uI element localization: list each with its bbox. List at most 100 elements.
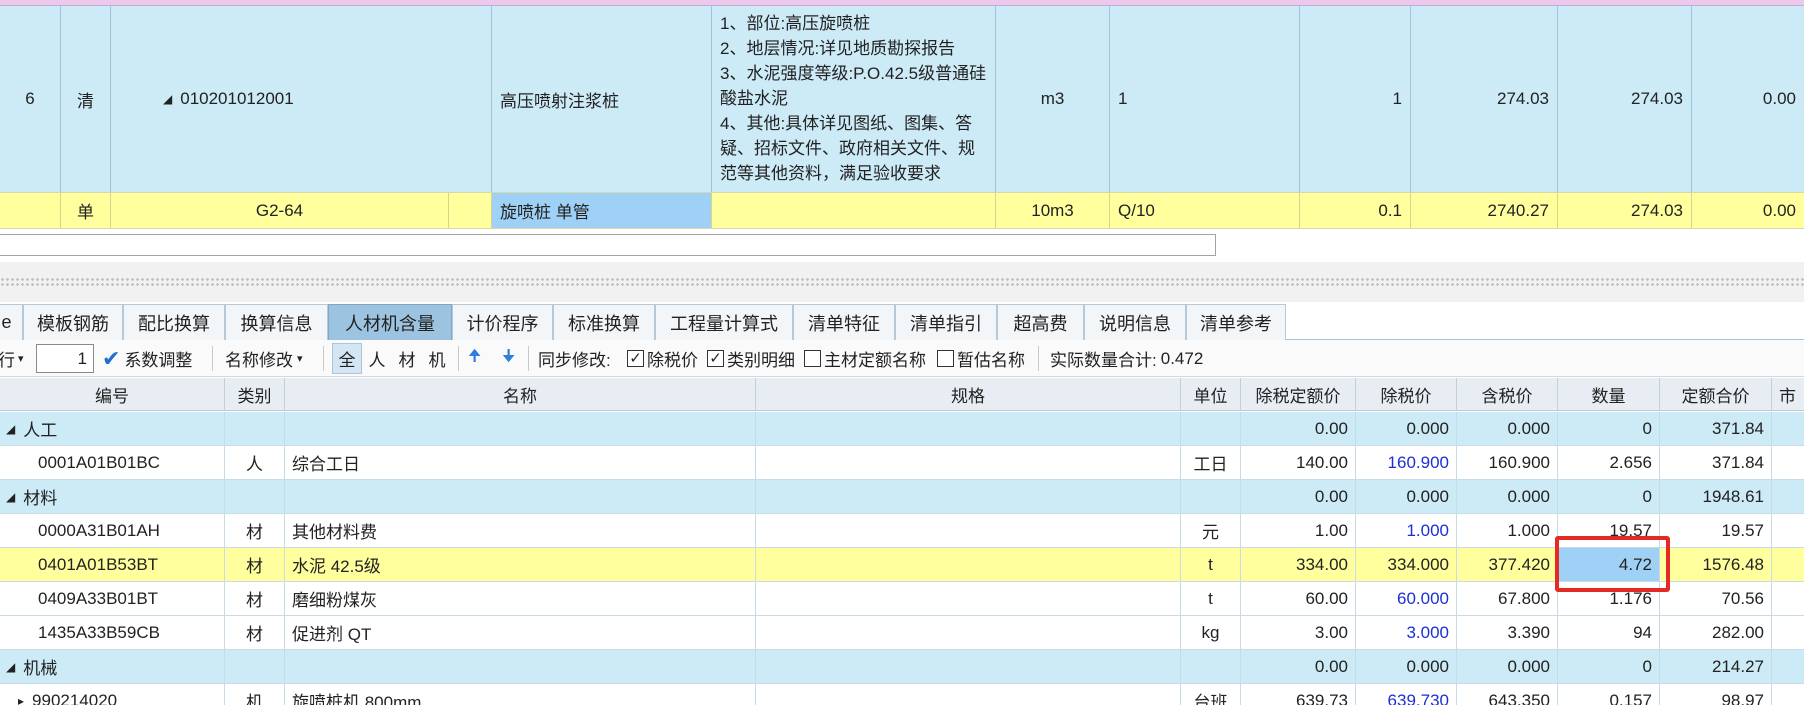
cell-qty[interactable]: 19.57 [1558, 514, 1660, 547]
cell-ex[interactable]: 334.000 [1356, 548, 1457, 581]
filter-material-button[interactable]: 材 [394, 343, 420, 374]
col-spec[interactable]: 规格 [756, 378, 1181, 410]
option-category-detail[interactable]: ✓ 类别明细 [707, 340, 795, 377]
row-name[interactable]: 高压喷射注浆桩 [492, 6, 712, 192]
cell-qty[interactable]: 0 [1558, 480, 1660, 513]
cell-cat: 材 [225, 514, 285, 547]
cell-qty[interactable]: 0.157 [1558, 684, 1660, 705]
tab-mix-ratio[interactable]: 配比换算 [123, 304, 225, 340]
tab-standard-conversion[interactable]: 标准换算 [553, 304, 655, 340]
col-name[interactable]: 名称 [285, 378, 756, 410]
cell-total: 371.84 [1660, 412, 1772, 445]
row-description[interactable]: 1、部位:高压旋喷桩 2、地层情况:详见地质勘探报告 3、水泥强度等级:P.O.… [712, 6, 996, 192]
tab-description[interactable]: 说明信息 [1084, 304, 1186, 340]
cell-qty[interactable]: 2.656 [1558, 446, 1660, 479]
resource-row[interactable]: 1435A33B59CB 材促进剂 QT kg 3.00 3.000 3.390 94 282… [0, 616, 1804, 650]
collapse-triangle-icon[interactable]: ◢ [6, 660, 15, 674]
filter-labor-button[interactable]: 人 [364, 343, 390, 374]
checkmark-icon: ✔ [102, 345, 121, 371]
cell-total: 214.27 [1660, 650, 1772, 683]
resource-row[interactable]: ▸ 990214020 机旋喷桩机 800mm 台班 639.73 639.730 643.… [0, 684, 1804, 705]
cell-ex[interactable]: 639.730 [1356, 684, 1457, 705]
cell-base: 3.00 [1241, 616, 1356, 649]
row-name[interactable]: 旋喷桩 单管 [492, 193, 712, 228]
tab-template-rebar[interactable]: 模板钢筋 [23, 304, 123, 340]
quota-row[interactable]: 单 G2-64 旋喷桩 单管 10m3 Q/10 0.1 2740.27 274… [0, 192, 1804, 229]
resource-row[interactable]: 0401A01B53BT 材水泥 42.5级 t 334.00 334.000 377.4… [0, 548, 1804, 582]
tab-pricing-procedure[interactable]: 计价程序 [452, 304, 553, 340]
tab-bill-reference[interactable]: 清单参考 [1186, 304, 1286, 340]
col-quantity[interactable]: 数量 [1558, 378, 1660, 410]
collapse-triangle-icon[interactable]: ◢ [6, 422, 15, 436]
row-description[interactable] [712, 193, 996, 228]
col-quota-total[interactable]: 定额合价 [1660, 378, 1772, 410]
col-category[interactable]: 类别 [225, 378, 285, 410]
cell-mkt [1772, 582, 1804, 615]
dropdown-arrow-icon[interactable]: ▾ [18, 352, 24, 365]
cell-qty[interactable]: 94 [1558, 616, 1660, 649]
cell-inc: 1.000 [1457, 514, 1558, 547]
cell-inc: 0.000 [1457, 412, 1558, 445]
resource-row[interactable]: 0000A31B01AH 材其他材料费元 1.00 1.000 1.000 19.57 19… [0, 514, 1804, 548]
row-expression[interactable]: 1 [1110, 6, 1300, 192]
checkbox-empty-icon[interactable] [804, 350, 821, 367]
horizontal-scrollbar[interactable] [0, 234, 1216, 256]
option-ex-tax[interactable]: ✓ 除税价 [627, 340, 698, 377]
collapse-triangle-icon[interactable]: ◢ [163, 92, 172, 106]
tab-resource-content[interactable]: 人材机含量 [328, 304, 452, 340]
tab-partial[interactable]: e [0, 304, 23, 340]
cell-code: 0409A33B01BT [0, 582, 225, 615]
move-up-button[interactable]: 🠉 [468, 340, 481, 377]
col-base-price[interactable]: 除税定额价 [1241, 378, 1356, 410]
cell-ex[interactable]: 1.000 [1356, 514, 1457, 547]
pane-splitter[interactable] [0, 262, 1804, 302]
col-inc-tax-price[interactable]: 含税价 [1457, 378, 1558, 410]
move-down-button[interactable]: 🠋 [502, 340, 515, 377]
resource-row[interactable]: 0001A01B01BC 人综合工日 工日 140.00 160.900 160.900 2… [0, 446, 1804, 480]
cell-spec [756, 684, 1181, 705]
cell-qty[interactable]: 1.176 [1558, 582, 1660, 615]
col-ex-tax-price[interactable]: 除税价 [1356, 378, 1457, 410]
collapse-triangle-icon[interactable]: ◢ [6, 490, 15, 504]
cell-cat [225, 480, 285, 513]
checkbox-empty-icon[interactable] [937, 350, 954, 367]
cell-qty[interactable]: 0 [1558, 412, 1660, 445]
tab-bill-guide[interactable]: 清单指引 [895, 304, 997, 340]
option-estimate-name[interactable]: 暂估名称 [937, 340, 1025, 377]
group-row[interactable]: ◢ 材料 0.00 0.000 0.000 0 1948.61 [0, 480, 1804, 514]
checkbox-checked-icon[interactable]: ✓ [707, 350, 724, 367]
group-row[interactable]: ◢ 机械 0.00 0.000 0.000 0 214.27 [0, 650, 1804, 684]
option-main-material-name[interactable]: 主材定额名称 [804, 340, 926, 377]
bill-item-row[interactable]: 6 清 ◢ 010201012001 高压喷射注浆桩 1、部位:高压旋喷桩 2、… [0, 6, 1804, 192]
tab-bill-features[interactable]: 清单特征 [793, 304, 895, 340]
resource-row[interactable]: 0409A33B01BT 材磨细粉煤灰 t 60.00 60.000 67.800 1.17… [0, 582, 1804, 616]
group-row[interactable]: ◢ 人工 0.00 0.000 0.000 0 371.84 [0, 412, 1804, 446]
row-count-input[interactable]: 1 [36, 344, 94, 373]
checkbox-checked-icon[interactable]: ✓ [627, 350, 644, 367]
filter-all-button[interactable]: 全 [332, 343, 362, 374]
expand-triangle-icon[interactable]: ▸ [18, 694, 24, 705]
tab-quantity-formula[interactable]: 工程量计算式 [655, 304, 793, 340]
cell-spec [756, 514, 1181, 547]
row-price: 274.03 [1411, 6, 1558, 192]
cell-ex[interactable]: 0.000 [1356, 480, 1457, 513]
col-market[interactable]: 市 [1772, 378, 1804, 410]
row-code-cell[interactable]: ◢ 010201012001 [111, 6, 492, 192]
coefficient-adjust-button[interactable]: ✔ 系数调整 [102, 340, 192, 377]
cell-ex[interactable]: 0.000 [1356, 650, 1457, 683]
cell-ex[interactable]: 60.000 [1356, 582, 1457, 615]
cell-ex[interactable]: 3.000 [1356, 616, 1457, 649]
cell-cat [225, 412, 285, 445]
rename-dropdown[interactable]: 名称修改 ▾ [225, 340, 303, 377]
cell-qty[interactable]: 4.72 [1558, 548, 1660, 581]
tab-overheight-fee[interactable]: 超高费 [997, 304, 1084, 340]
cell-ex[interactable]: 0.000 [1356, 412, 1457, 445]
filter-machine-button[interactable]: 机 [424, 343, 450, 374]
col-code[interactable]: 编号 [0, 378, 225, 410]
cell-spec [756, 582, 1181, 615]
col-unit[interactable]: 单位 [1181, 378, 1241, 410]
tab-conversion-info[interactable]: 换算信息 [225, 304, 328, 340]
cell-ex[interactable]: 160.900 [1356, 446, 1457, 479]
row-expression[interactable]: Q/10 [1110, 193, 1300, 228]
cell-qty[interactable]: 0 [1558, 650, 1660, 683]
